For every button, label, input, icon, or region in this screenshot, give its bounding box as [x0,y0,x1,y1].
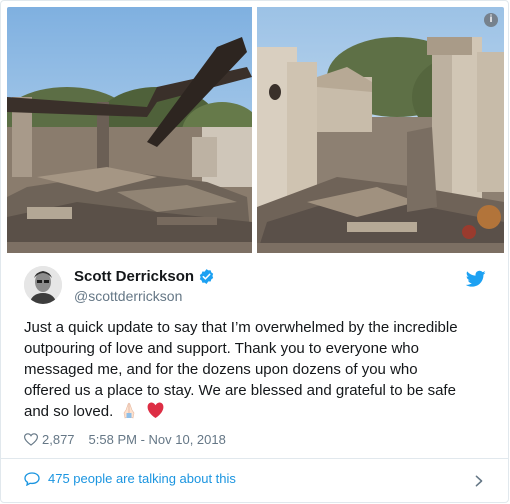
twitter-bird-icon[interactable] [466,270,486,288]
tweet-body: Just a quick update to say that I’m over… [24,319,458,420]
info-badge-icon[interactable]: i [484,13,498,27]
tweet-header: Scott Derrickson @scottderrickson [24,266,494,310]
verified-badge-icon [199,269,214,284]
speech-bubble-icon [24,471,40,486]
tweet-meta: 2,877 5:58 PM - Nov 10, 2018 [24,432,226,447]
tweet-photos: i [7,7,504,253]
conversation-link[interactable]: 475 people are talking about this [24,471,484,486]
avatar-portrait-icon [24,266,62,304]
heart-outline-icon[interactable] [24,433,38,446]
user-handle[interactable]: @scottderrickson [74,288,182,304]
burned-house-photo [7,7,252,253]
photo-fire-damaged-house-right[interactable]: i [257,7,504,253]
tweet-card[interactable]: i Scott Derrickson @scottderrickson Just… [0,0,509,503]
display-name[interactable]: Scott Derrickson [74,268,194,285]
tweet-text: Just a quick update to say that I’m over… [24,317,464,425]
conversation-count[interactable]: 475 people are talking about this [48,471,236,486]
tweet-timestamp[interactable]: 5:58 PM - Nov 10, 2018 [89,432,226,447]
red-heart-icon [146,402,165,425]
divider [1,458,508,459]
photo-fire-damaged-house-left[interactable] [7,7,252,253]
name-row: Scott Derrickson [74,268,215,285]
avatar[interactable] [24,266,62,304]
burned-ruins-photo [257,7,504,253]
chevron-right-icon[interactable] [474,475,484,487]
folded-hands-icon [120,401,138,425]
like-count[interactable]: 2,877 [42,432,75,447]
